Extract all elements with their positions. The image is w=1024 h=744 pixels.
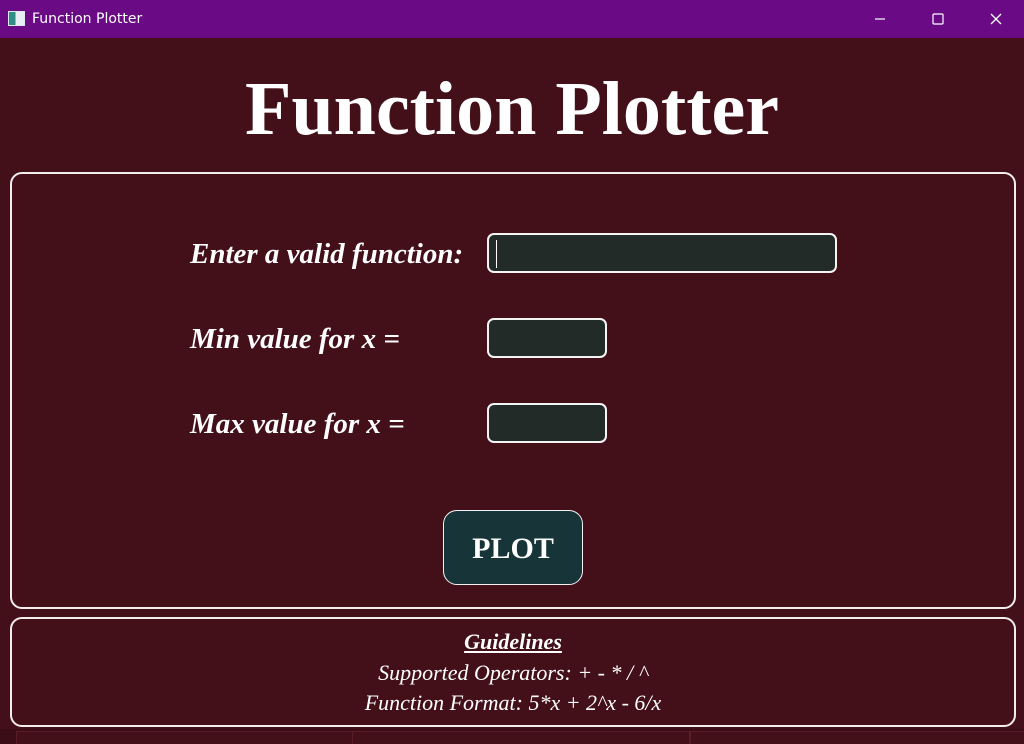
min-x-label: Min value for x = <box>190 323 400 355</box>
text-caret <box>496 240 497 268</box>
supported-operators-text: Supported Operators: + - * / ^ <box>378 660 648 685</box>
guidelines-heading: Guidelines <box>464 629 562 654</box>
max-x-label: Max value for x = <box>190 408 405 440</box>
function-label: Enter a valid function: <box>190 238 464 270</box>
close-button[interactable] <box>967 0 1024 38</box>
close-icon <box>990 13 1002 25</box>
maximize-button[interactable] <box>909 0 967 38</box>
minimize-icon <box>875 18 885 20</box>
function-plotter-app-icon <box>8 11 25 26</box>
bottom-tab <box>352 731 690 744</box>
maximize-icon <box>932 13 944 25</box>
window-titlebar[interactable]: Function Plotter <box>0 0 1024 38</box>
bottom-tab <box>690 731 1024 744</box>
plot-button[interactable]: PLOT <box>443 510 583 585</box>
minimize-button[interactable] <box>851 0 909 38</box>
page-title: Function Plotter <box>244 67 779 151</box>
function-input[interactable] <box>487 233 837 273</box>
window-title: Function Plotter <box>32 11 143 27</box>
max-x-input[interactable] <box>487 403 607 443</box>
bottom-tab <box>16 731 354 744</box>
min-x-input[interactable] <box>487 318 607 358</box>
function-format-text: Function Format: 5*x + 2^x - 6/x <box>364 690 662 715</box>
